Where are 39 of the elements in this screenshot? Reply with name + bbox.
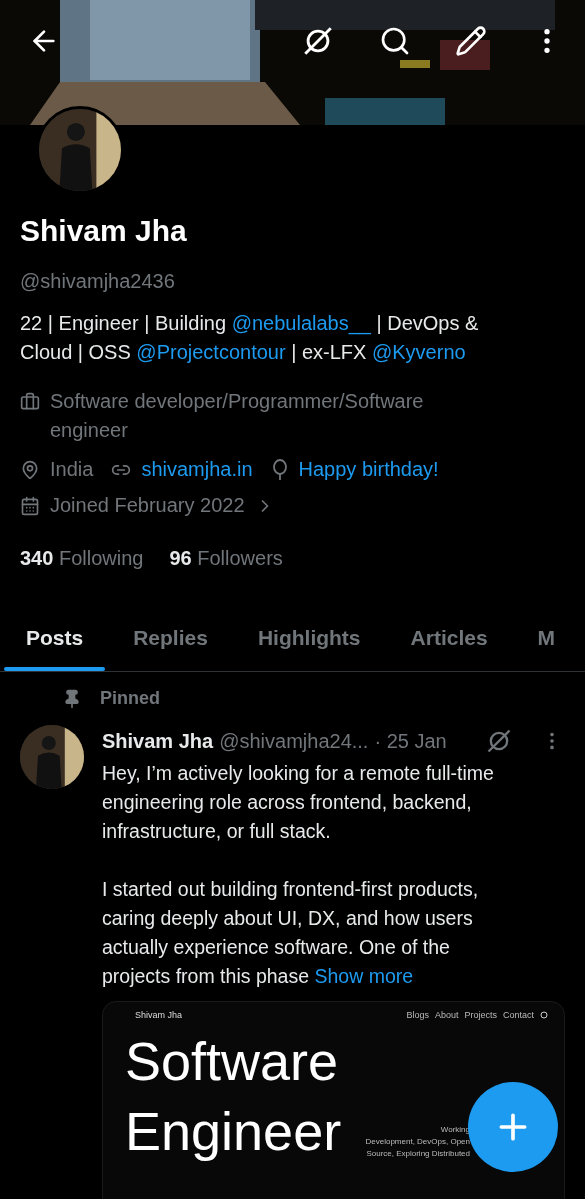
site-nav-link: Projects: [464, 1010, 497, 1020]
joined-date: Joined February 2022: [50, 494, 245, 517]
site-headline: Software: [125, 1030, 340, 1093]
mention-link[interactable]: @Kyverno: [371, 341, 466, 363]
follow-stat[interactable]: 96 Followers: [169, 547, 283, 570]
site-nav-link: Blogs: [406, 1010, 429, 1020]
profile-bio: 22 | Engineer | Building @nebulalabs__ | DevOps & Cloud | OSS @Projectcontour | ex-LFX @Kyverno: [20, 311, 480, 365]
pin-icon: [62, 688, 82, 709]
website-link[interactable]: shivamjha.in: [141, 455, 253, 484]
post-handle: @shivamjha24...: [219, 729, 369, 753]
profile-tab[interactable]: Posts: [4, 610, 106, 671]
mention-link[interactable]: @nebulalabs__: [231, 312, 371, 334]
profile-tab[interactable]: M: [515, 610, 578, 671]
profile-tab[interactable]: Highlights: [235, 610, 383, 671]
post-text: Hey, I’m actively looking for a remote full-time engineering role across frontend, backend, infrastructure, or full stack. I started out building frontend-first products, caring deeply about UI, DX, and how users actually experience software. One of the projects from this phase Show more: [102, 761, 495, 989]
location-pin-icon: [20, 460, 40, 480]
pinned-label: Pinned: [100, 688, 160, 709]
theme-icon: [540, 1011, 548, 1019]
location-text: India: [50, 457, 94, 482]
calendar-icon: [20, 495, 40, 516]
site-nav-link: Contact: [502, 1010, 534, 1020]
site-headline: Engineer: [125, 1100, 342, 1163]
mention-link[interactable]: @Projectcontour: [136, 341, 286, 363]
site-name: Shivam Jha: [135, 1010, 184, 1020]
follow-stat[interactable]: 340 Following: [20, 547, 144, 570]
site-blurb: Development, DevOps, Open: [365, 1136, 470, 1148]
site-nav-link: About: [434, 1010, 459, 1020]
profile-name: Shivam Jha: [20, 214, 188, 248]
site-blurb: Source, Exploring Distributed: [366, 1148, 470, 1160]
profession-text: Software developer/Programmer/Software engineer: [50, 389, 425, 443]
birthday-link[interactable]: Happy birthday!: [298, 455, 439, 484]
profile-handle: @shivamjha2436: [20, 270, 176, 293]
post-date: · 25 Jan: [374, 729, 447, 753]
show-more-link[interactable]: Show more: [314, 965, 414, 987]
briefcase-icon: [20, 392, 40, 412]
profile-tab[interactable]: Articles: [388, 610, 510, 671]
profile-tab[interactable]: Replies: [111, 610, 230, 671]
post-author: Shivam Jha: [102, 729, 214, 753]
balloon-icon: [270, 459, 289, 481]
